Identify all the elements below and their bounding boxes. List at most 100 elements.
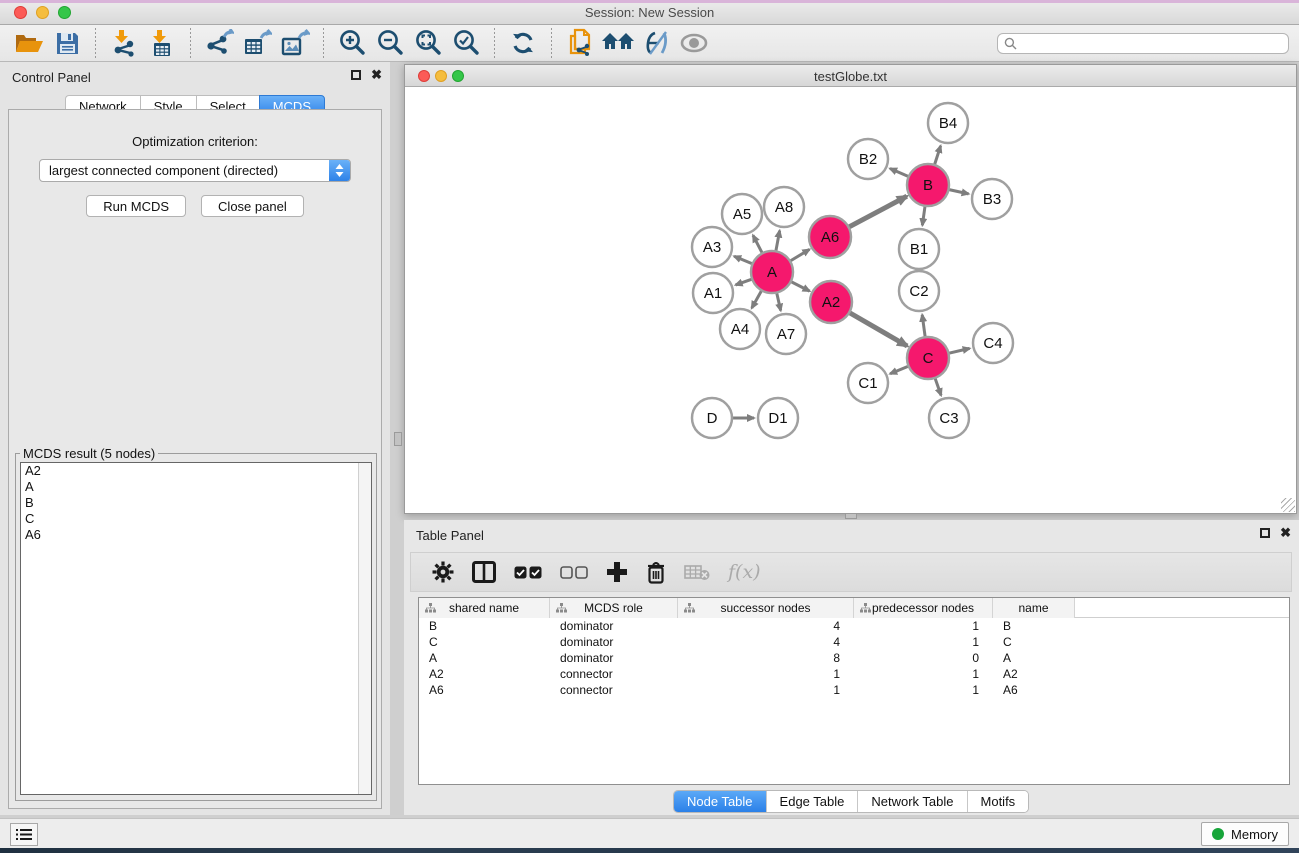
table-cell[interactable]: 0 bbox=[854, 650, 993, 666]
mcds-result-item[interactable]: A2 bbox=[21, 463, 371, 479]
select-all-icon[interactable] bbox=[514, 559, 542, 585]
table-cell[interactable]: 1 bbox=[854, 682, 993, 698]
edge-B-B2[interactable] bbox=[890, 169, 909, 177]
edge-C-C4[interactable] bbox=[948, 348, 969, 353]
table-row[interactable]: Adominator80A bbox=[419, 650, 1289, 666]
export-table-icon[interactable] bbox=[240, 28, 274, 58]
home-icon[interactable] bbox=[601, 28, 635, 58]
node-C3[interactable]: C3 bbox=[929, 398, 969, 438]
node-C[interactable]: C bbox=[907, 337, 949, 379]
zoom-in-icon[interactable] bbox=[335, 28, 369, 58]
edge-B-B4[interactable] bbox=[934, 146, 940, 165]
table-cell[interactable]: C bbox=[419, 634, 550, 650]
edge-A6-B[interactable] bbox=[849, 196, 907, 227]
export-network-icon[interactable] bbox=[202, 28, 236, 58]
table-cell[interactable]: 4 bbox=[678, 618, 854, 634]
edge-A-A6[interactable] bbox=[790, 249, 809, 261]
close-panel-icon[interactable]: ✖ bbox=[371, 70, 382, 80]
zoom-fit-icon[interactable] bbox=[411, 28, 445, 58]
table-cell[interactable]: 1 bbox=[678, 666, 854, 682]
table-cell[interactable]: dominator bbox=[550, 634, 678, 650]
edge-A-A4[interactable] bbox=[752, 290, 762, 308]
table-cell[interactable]: 1 bbox=[678, 682, 854, 698]
task-history-button[interactable] bbox=[10, 823, 38, 846]
table-cell[interactable]: connector bbox=[550, 666, 678, 682]
table-cell[interactable]: B bbox=[993, 618, 1075, 634]
memory-button[interactable]: Memory bbox=[1201, 822, 1289, 846]
node-table[interactable]: shared nameMCDS rolesuccessor nodesprede… bbox=[418, 597, 1290, 785]
node-A7[interactable]: A7 bbox=[766, 314, 806, 354]
table-row[interactable]: Cdominator41C bbox=[419, 634, 1289, 650]
vertical-splitter-handle[interactable] bbox=[394, 432, 402, 446]
node-B2[interactable]: B2 bbox=[848, 139, 888, 179]
edge-C-C2[interactable] bbox=[922, 315, 925, 337]
node-D[interactable]: D bbox=[692, 398, 732, 438]
scrollbar-track[interactable] bbox=[358, 463, 371, 794]
horizontal-splitter-handle[interactable] bbox=[845, 513, 857, 519]
column-header-MCDS-role[interactable]: MCDS role bbox=[550, 598, 678, 618]
node-B4[interactable]: B4 bbox=[928, 103, 968, 143]
network-canvas[interactable]: AA1A2A3A4A5A6A7A8BB1B2B3B4CC1C2C3C4DD1 bbox=[405, 87, 1296, 513]
deselect-all-icon[interactable] bbox=[560, 559, 588, 585]
float-panel-icon[interactable] bbox=[351, 70, 361, 80]
edge-C-C1[interactable] bbox=[890, 366, 908, 374]
tab-motifs[interactable]: Motifs bbox=[968, 791, 1029, 812]
mcds-result-item[interactable]: A bbox=[21, 479, 371, 495]
table-cell[interactable]: A bbox=[419, 650, 550, 666]
gear-icon[interactable] bbox=[432, 559, 454, 585]
edge-A-A1[interactable] bbox=[736, 279, 753, 285]
edge-A-A3[interactable] bbox=[734, 256, 752, 264]
table-cell[interactable]: A6 bbox=[993, 682, 1075, 698]
float-panel-icon[interactable] bbox=[1260, 528, 1270, 538]
node-D1[interactable]: D1 bbox=[758, 398, 798, 438]
add-icon[interactable] bbox=[606, 559, 628, 585]
table-cell[interactable]: connector bbox=[550, 682, 678, 698]
mcds-result-item[interactable]: A6 bbox=[21, 527, 371, 543]
table-cell[interactable]: A2 bbox=[993, 666, 1075, 682]
mcds-result-item[interactable]: C bbox=[21, 511, 371, 527]
table-cell[interactable]: dominator bbox=[550, 618, 678, 634]
table-cell[interactable]: 1 bbox=[854, 666, 993, 682]
node-A[interactable]: A bbox=[751, 251, 793, 293]
search-box[interactable] bbox=[997, 33, 1289, 54]
edge-A-A5[interactable] bbox=[753, 235, 762, 253]
table-cell[interactable]: 1 bbox=[854, 634, 993, 650]
node-B[interactable]: B bbox=[907, 164, 949, 206]
node-A8[interactable]: A8 bbox=[764, 187, 804, 227]
tab-edge-table[interactable]: Edge Table bbox=[767, 791, 859, 812]
tab-node-table[interactable]: Node Table bbox=[674, 791, 767, 812]
node-C1[interactable]: C1 bbox=[848, 363, 888, 403]
edge-A-A8[interactable] bbox=[776, 231, 780, 252]
node-A4[interactable]: A4 bbox=[720, 309, 760, 349]
tab-network-table[interactable]: Network Table bbox=[858, 791, 967, 812]
trash-icon[interactable] bbox=[646, 559, 666, 585]
column-icon[interactable] bbox=[472, 559, 496, 585]
node-A6[interactable]: A6 bbox=[809, 216, 851, 258]
table-cell[interactable]: 4 bbox=[678, 634, 854, 650]
criterion-dropdown[interactable]: largest connected component (directed) bbox=[39, 159, 351, 182]
table-cell[interactable]: C bbox=[993, 634, 1075, 650]
column-header-name[interactable]: name bbox=[993, 598, 1075, 618]
edge-A-A2[interactable] bbox=[791, 282, 810, 292]
node-C4[interactable]: C4 bbox=[973, 323, 1013, 363]
edge-A2-C[interactable] bbox=[849, 312, 907, 346]
table-cell[interactable]: A bbox=[993, 650, 1075, 666]
run-mcds-button[interactable]: Run MCDS bbox=[86, 195, 186, 217]
close-panel-icon[interactable]: ✖ bbox=[1280, 528, 1291, 538]
table-row[interactable]: Bdominator41B bbox=[419, 618, 1289, 634]
node-A3[interactable]: A3 bbox=[692, 227, 732, 267]
edge-B-B1[interactable] bbox=[922, 206, 925, 225]
resize-grip[interactable] bbox=[1281, 498, 1295, 512]
table-cell[interactable]: A2 bbox=[419, 666, 550, 682]
import-table-icon[interactable] bbox=[145, 28, 179, 58]
node-A2[interactable]: A2 bbox=[810, 281, 852, 323]
edge-A-A7[interactable] bbox=[777, 292, 781, 310]
table-row[interactable]: A2connector11A2 bbox=[419, 666, 1289, 682]
node-C2[interactable]: C2 bbox=[899, 271, 939, 311]
edge-C-C3[interactable] bbox=[935, 378, 941, 396]
zoom-out-icon[interactable] bbox=[373, 28, 407, 58]
zoom-selected-icon[interactable] bbox=[449, 28, 483, 58]
table-cell[interactable]: dominator bbox=[550, 650, 678, 666]
network-window-titlebar[interactable]: testGlobe.txt bbox=[405, 65, 1296, 87]
function-icon[interactable]: f(x) bbox=[728, 559, 761, 585]
